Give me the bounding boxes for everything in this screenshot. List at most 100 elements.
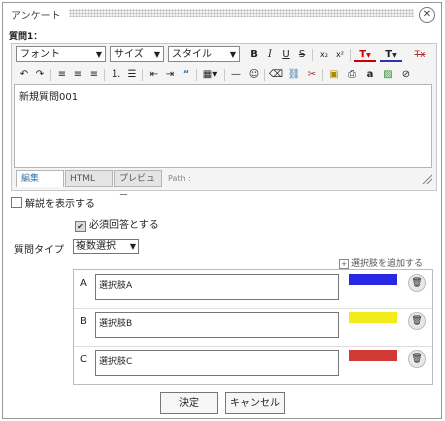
- blockquote-icon[interactable]: “: [178, 68, 194, 82]
- chevron-down-icon: ▼: [95, 50, 102, 59]
- chevron-down-icon: ▼: [153, 50, 160, 59]
- size-select[interactable]: サイズ ▼: [110, 46, 164, 62]
- insert-media-icon[interactable]: ▣: [326, 68, 342, 82]
- add-choice-link[interactable]: + 選択肢を追加する: [339, 256, 423, 269]
- strikethrough-button[interactable]: S: [294, 48, 310, 62]
- cancel-button[interactable]: キャンセル: [225, 392, 285, 414]
- toolbar-divider: [350, 49, 351, 61]
- choice-text-input[interactable]: 選択肢B: [95, 312, 339, 338]
- toolbar-divider: [142, 69, 143, 81]
- question-type-select[interactable]: 複数選択 ▼: [73, 239, 139, 254]
- survey-dialog: アンケート ✕ 質問1： フォント ▼ サイズ ▼ スタイル ▼ B I U S x₂…: [2, 2, 442, 419]
- editor-toolbar-row-1: フォント ▼ サイズ ▼ スタイル ▼ B I U S x₂ x² T▼ T▼ Tx: [14, 46, 434, 64]
- superscript-button[interactable]: x²: [332, 48, 348, 62]
- link-icon[interactable]: ⛓: [286, 68, 302, 82]
- choice-letter: C: [80, 354, 87, 365]
- font-select-value: フォント: [20, 49, 60, 60]
- tab-html[interactable]: HTML: [65, 170, 113, 187]
- special-char-icon[interactable]: ☺: [246, 68, 262, 82]
- choice-color-swatch[interactable]: [349, 274, 397, 285]
- editor-mode-tabs: 編集 HTML プレビュー Path :: [14, 170, 434, 201]
- align-center-icon[interactable]: ≡: [70, 68, 86, 82]
- question-label: 質問1：: [9, 32, 43, 42]
- toolbar-divider: [312, 49, 313, 61]
- text-color-button[interactable]: T▼: [354, 48, 376, 62]
- indent-icon[interactable]: ⇥: [162, 68, 178, 82]
- chevron-down-icon: ▼: [229, 50, 236, 59]
- tab-edit[interactable]: 編集: [16, 170, 64, 187]
- trash-icon[interactable]: 🗑: [408, 274, 426, 292]
- choice-text: 選択肢B: [99, 319, 133, 329]
- font-icon[interactable]: a: [362, 68, 378, 82]
- dialog-title: アンケート: [11, 11, 61, 22]
- tab-preview[interactable]: プレビュー: [114, 170, 162, 201]
- style-select[interactable]: スタイル ▼: [168, 46, 240, 62]
- choice-row-c: C 選択肢C 🗑: [74, 346, 432, 384]
- choice-row-b: B 選択肢B 🗑: [74, 308, 432, 347]
- subscript-button[interactable]: x₂: [316, 48, 332, 62]
- choice-letter: B: [80, 316, 87, 327]
- chevron-down-icon: ▼: [129, 242, 136, 251]
- horizontal-rule-icon[interactable]: —: [228, 68, 244, 82]
- attachment-icon[interactable]: ⊘: [398, 68, 414, 82]
- chevron-down-icon: ▼: [392, 52, 397, 59]
- resize-handle-icon[interactable]: [422, 174, 432, 184]
- choice-text: 選択肢A: [99, 281, 133, 291]
- choice-color-swatch[interactable]: [349, 312, 397, 323]
- toolbar-divider: [50, 69, 51, 81]
- choices-list: A 選択肢A 🗑 B 選択肢B 🗑 C 選択肢C 🗑: [73, 269, 433, 385]
- background-color-button[interactable]: T▼: [380, 48, 402, 62]
- align-left-icon[interactable]: ≡: [54, 68, 70, 82]
- font-select[interactable]: フォント ▼: [16, 46, 106, 62]
- underline-button[interactable]: U: [278, 48, 294, 62]
- rich-text-editor: フォント ▼ サイズ ▼ スタイル ▼ B I U S x₂ x² T▼ T▼ Tx: [11, 43, 437, 201]
- choice-text-input[interactable]: 選択肢C: [95, 350, 339, 376]
- size-select-value: サイズ: [114, 49, 144, 60]
- question-type-label: 質問タイプ: [14, 245, 64, 256]
- align-right-icon[interactable]: ≡: [86, 68, 102, 82]
- required-option[interactable]: ✔ 必須回答とする: [75, 216, 159, 232]
- show-explanation-label: 解説を表示する: [25, 199, 95, 210]
- choice-text: 選択肢C: [99, 357, 133, 367]
- chevron-down-icon: ▼: [366, 52, 371, 59]
- add-choice-label: 選択肢を追加する: [351, 259, 424, 269]
- toolbar-divider: [224, 69, 225, 81]
- toolbar-divider: [196, 69, 197, 81]
- close-button[interactable]: ✕: [419, 7, 435, 23]
- choice-text-input[interactable]: 選択肢A: [95, 274, 339, 300]
- editor-path: Path :: [168, 174, 191, 183]
- choice-row-a: A 選択肢A 🗑: [74, 270, 432, 309]
- clean-html-icon[interactable]: ⌫: [268, 68, 284, 82]
- ok-button[interactable]: 決定: [160, 392, 218, 414]
- toolbar-divider: [104, 69, 105, 81]
- question-type-value: 複数選択: [76, 241, 116, 252]
- remove-format-button[interactable]: Tx: [412, 48, 428, 62]
- required-checkbox[interactable]: ✔: [75, 221, 86, 232]
- question-body-editor[interactable]: 新規質問001: [14, 84, 432, 168]
- toolbar-divider: [264, 69, 265, 81]
- numbered-list-icon[interactable]: ⒈: [108, 68, 124, 82]
- undo-icon[interactable]: ↶: [16, 68, 32, 82]
- drag-grip[interactable]: [69, 9, 414, 17]
- required-label: 必須回答とする: [89, 220, 159, 231]
- trash-icon[interactable]: 🗑: [408, 312, 426, 330]
- trash-icon[interactable]: 🗑: [408, 350, 426, 368]
- italic-button[interactable]: I: [262, 48, 278, 62]
- outdent-icon[interactable]: ⇤: [146, 68, 162, 82]
- style-select-value: スタイル: [172, 49, 212, 60]
- print-icon[interactable]: ⎙: [344, 68, 360, 82]
- table-icon[interactable]: ▦▾: [200, 68, 220, 82]
- add-icon: +: [339, 259, 349, 269]
- insert-image-icon[interactable]: ▨: [380, 68, 396, 82]
- bold-button[interactable]: B: [246, 48, 262, 62]
- bulleted-list-icon[interactable]: ☰: [124, 68, 140, 82]
- redo-icon[interactable]: ↷: [32, 68, 48, 82]
- show-explanation-checkbox[interactable]: [11, 197, 22, 208]
- dialog-titlebar[interactable]: アンケート ✕: [3, 3, 441, 23]
- toolbar-divider: [322, 69, 323, 81]
- choice-letter: A: [80, 278, 87, 289]
- show-explanation-option[interactable]: 解説を表示する: [11, 195, 95, 210]
- choice-color-swatch[interactable]: [349, 350, 397, 361]
- editor-toolbar-row-2: ↶ ↷ ≡ ≡ ≡ ⒈ ☰ ⇤ ⇥ “ ▦▾ — ☺ ⌫ ⛓ ✂ ▣ ⎙ a ▨…: [14, 66, 434, 84]
- unlink-icon[interactable]: ✂: [304, 68, 320, 82]
